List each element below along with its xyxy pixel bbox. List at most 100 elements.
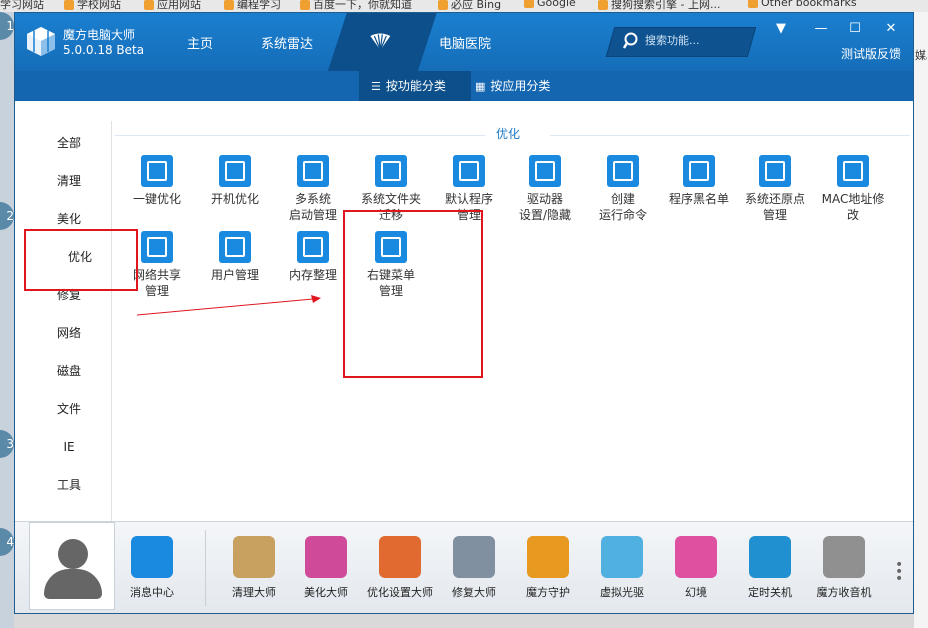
bookmark-item[interactable]: Google bbox=[524, 0, 576, 9]
toolbar-app-label: 美化大师 bbox=[304, 586, 348, 599]
bookmark-item[interactable]: Other bookmarks bbox=[748, 0, 857, 9]
step-number: 4 bbox=[0, 528, 14, 556]
feature-tile[interactable]: 一键优化 bbox=[119, 155, 195, 207]
app-icon bbox=[527, 536, 569, 578]
search-input[interactable] bbox=[645, 34, 741, 47]
avatar[interactable] bbox=[29, 522, 115, 610]
toolbar-app-button[interactable]: 消息中心 bbox=[115, 536, 189, 600]
toolbar-app-label: 虚拟光驱 bbox=[600, 586, 644, 599]
feature-tile[interactable]: 用户管理 bbox=[197, 231, 273, 283]
sidebar-item-clean[interactable]: 清理 bbox=[29, 169, 109, 193]
icon-glyph bbox=[147, 237, 167, 257]
feature-tile-label: 开机优化 bbox=[210, 192, 259, 206]
bookmark-item[interactable]: 搜狗搜索引擎 - 上网... bbox=[598, 0, 720, 12]
baidu-icon bbox=[300, 0, 310, 10]
drive-icon bbox=[529, 155, 561, 187]
toolbar-app-label: 优化设置大师 bbox=[367, 586, 433, 599]
sidebar-item-disk[interactable]: 磁盘 bbox=[29, 359, 109, 383]
nav-pc-hospital[interactable]: 电脑医院 bbox=[439, 33, 491, 52]
app-name-block: 魔方电脑大师 5.0.0.18 Beta bbox=[63, 28, 144, 58]
feature-tile-label: 多系统 启动管理 bbox=[288, 192, 337, 222]
shell-icon bbox=[370, 33, 391, 51]
avatar-head bbox=[58, 539, 88, 569]
toolbar-app-button[interactable]: 优化设置大师 bbox=[363, 536, 437, 600]
feature-tile[interactable]: 驱动器 设置/隐藏 bbox=[507, 155, 583, 223]
nav-center-button[interactable] bbox=[327, 13, 437, 73]
folder-move-icon bbox=[375, 155, 407, 187]
app-icon bbox=[233, 536, 275, 578]
feature-tile-label: 内存整理 bbox=[288, 268, 337, 282]
feature-tile-label: MAC地址修 改 bbox=[821, 192, 885, 222]
toolbar-app-button[interactable]: 定时关机 bbox=[733, 536, 807, 600]
toolbar-app-button[interactable]: 幻境 bbox=[659, 536, 733, 600]
feature-tile[interactable]: 开机优化 bbox=[197, 155, 273, 207]
toolbar-app-button[interactable]: 魔方收音机 bbox=[807, 536, 881, 600]
bookmark-item[interactable]: 百度一下，你就知道 bbox=[300, 0, 412, 12]
annotation-arrow-icon bbox=[137, 295, 321, 316]
nav-home[interactable]: 主页 bbox=[187, 33, 213, 52]
feature-tile[interactable]: 多系统 启动管理 bbox=[275, 155, 351, 223]
sidebar-item-all[interactable]: 全部 bbox=[29, 131, 109, 155]
more-icon[interactable]: • • • bbox=[895, 558, 903, 586]
icon-glyph bbox=[689, 161, 709, 181]
bottom-toolbar: 消息中心 清理大师 美化大师 优化设置大师 修复大师 魔方守护 虚拟光驱 幻境 定时关机 魔方收音… bbox=[15, 521, 913, 613]
app-icon bbox=[379, 536, 421, 578]
sidebar-item-network[interactable]: 网络 bbox=[29, 321, 109, 345]
feature-tile[interactable]: 创建 运行命令 bbox=[585, 155, 661, 223]
toolbar-app-label: 魔方守护 bbox=[526, 586, 570, 599]
feedback-link[interactable]: 测试版反馈 bbox=[841, 45, 901, 62]
icon-glyph bbox=[303, 161, 323, 181]
bookmark-item[interactable]: 学习网站 bbox=[0, 0, 44, 12]
toolbar-app-button[interactable]: 修复大师 bbox=[437, 536, 511, 600]
toolbar-app-label: 魔方收音机 bbox=[816, 586, 872, 599]
feature-tile-label: 驱动器 设置/隐藏 bbox=[518, 192, 572, 222]
feature-tile-label: 创建 运行命令 bbox=[598, 192, 647, 222]
avatar-body bbox=[44, 569, 102, 599]
feature-tile[interactable]: 内存整理 bbox=[275, 231, 351, 283]
sidebar-item-ie[interactable]: IE bbox=[29, 435, 109, 459]
bookmark-label: 学习网站 bbox=[0, 0, 44, 11]
feature-tile[interactable]: 程序黑名单 bbox=[661, 155, 737, 207]
toolbar-app-button[interactable]: 虚拟光驱 bbox=[585, 536, 659, 600]
toolbar-app-label: 幻境 bbox=[685, 586, 707, 599]
toolbar-app-label: 清理大师 bbox=[232, 586, 276, 599]
feature-tile-label: 程序黑名单 bbox=[668, 192, 729, 206]
memory-icon bbox=[297, 231, 329, 263]
feature-tile[interactable]: 系统还原点 管理 bbox=[737, 155, 813, 223]
search-icon bbox=[623, 32, 638, 49]
tab-by-app[interactable]: ▦ 按应用分类 bbox=[475, 71, 575, 101]
sidebar-item-file[interactable]: 文件 bbox=[29, 397, 109, 421]
nav-system-radar[interactable]: 系统雷达 bbox=[261, 33, 313, 52]
list-icon: ☰ bbox=[371, 80, 381, 93]
toolbar-app-button[interactable]: 魔方守护 bbox=[511, 536, 585, 600]
feature-tile-label: 用户管理 bbox=[210, 268, 259, 282]
bookmark-item[interactable]: 学校网站 bbox=[64, 0, 121, 12]
tab-label: 按应用分类 bbox=[490, 79, 551, 93]
menu-dropdown-button[interactable]: ▼ bbox=[771, 19, 791, 39]
bookmark-item[interactable]: 必应 Bing bbox=[438, 0, 501, 12]
sidebar-item-beautify[interactable]: 美化 bbox=[29, 207, 109, 231]
toolbar-app-button[interactable]: 美化大师 bbox=[289, 536, 363, 600]
bookmark-item[interactable]: 编程学习 bbox=[224, 0, 281, 12]
feature-tile-label: 系统还原点 管理 bbox=[744, 192, 805, 222]
run-command-icon bbox=[607, 155, 639, 187]
search-box[interactable] bbox=[605, 27, 757, 57]
category-tab-bar: ☰ 按功能分类 ▦ 按应用分类 bbox=[15, 71, 913, 101]
section-title: 优化 bbox=[496, 127, 521, 141]
bookmark-label: 应用网站 bbox=[157, 0, 201, 11]
icon-glyph bbox=[535, 161, 555, 181]
toolbar-app-button[interactable]: 清理大师 bbox=[217, 536, 291, 600]
bookmark-item[interactable]: 应用网站 bbox=[144, 0, 201, 12]
minimize-button[interactable]: — bbox=[811, 19, 831, 39]
app-icon bbox=[675, 536, 717, 578]
close-button[interactable]: ✕ bbox=[881, 19, 901, 39]
maximize-button[interactable]: ☐ bbox=[845, 19, 865, 39]
feature-tile[interactable]: MAC地址修 改 bbox=[815, 155, 891, 223]
sidebar-item-tools[interactable]: 工具 bbox=[29, 473, 109, 497]
bookmark-label: Google bbox=[537, 0, 576, 9]
icon-glyph bbox=[613, 161, 633, 181]
google-icon bbox=[524, 0, 534, 8]
bookmarks-bar: 学习网站 学校网站 应用网站 编程学习 百度一下，你就知道 必应 Bing Go… bbox=[0, 0, 928, 12]
tab-by-function[interactable]: ☰ 按功能分类 bbox=[359, 71, 471, 101]
app-name: 魔方电脑大师 bbox=[63, 28, 136, 42]
